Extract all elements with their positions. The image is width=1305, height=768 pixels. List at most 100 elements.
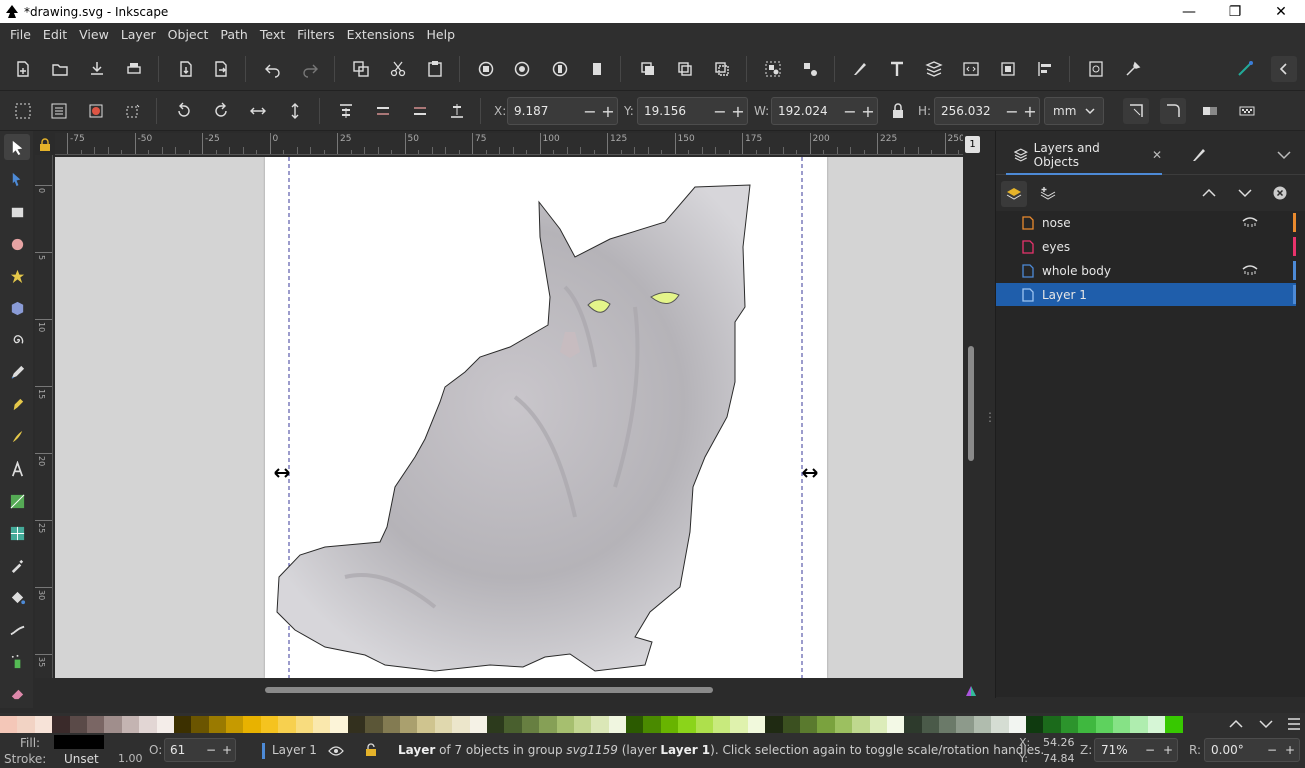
select-all-layers-icon[interactable] bbox=[46, 98, 72, 124]
layers-only-toggle[interactable] bbox=[1001, 181, 1027, 207]
palette-swatch[interactable] bbox=[365, 716, 383, 733]
spray-tool-icon[interactable] bbox=[4, 648, 30, 674]
scale-handle-right[interactable] bbox=[802, 468, 818, 478]
spiral-tool-icon[interactable] bbox=[4, 327, 30, 353]
palette-menu-icon[interactable] bbox=[1286, 717, 1302, 731]
raise-icon[interactable] bbox=[370, 98, 396, 124]
width-value[interactable]: 192.024 bbox=[772, 104, 841, 118]
stroke-width[interactable]: 1.00 bbox=[118, 752, 143, 765]
zoom-selection-icon[interactable] bbox=[473, 56, 499, 82]
palette-swatch[interactable] bbox=[226, 716, 244, 733]
opacity-decrement-button[interactable]: − bbox=[203, 743, 219, 757]
palette-swatch[interactable] bbox=[1095, 716, 1113, 733]
collapse-panel-icon[interactable] bbox=[1271, 56, 1297, 82]
duplicate-icon[interactable] bbox=[635, 56, 661, 82]
palette-swatch[interactable] bbox=[626, 716, 644, 733]
palette-swatch[interactable] bbox=[713, 716, 731, 733]
rotation-value[interactable]: 0.00° bbox=[1205, 743, 1263, 757]
palette-swatch[interactable] bbox=[34, 716, 53, 733]
palette-swatch[interactable] bbox=[417, 716, 435, 733]
stroke-value[interactable]: Unset bbox=[64, 752, 99, 766]
3d-box-tool-icon[interactable] bbox=[4, 295, 30, 321]
palette-swatch[interactable] bbox=[486, 716, 505, 733]
palette-swatch[interactable] bbox=[799, 716, 818, 733]
palette-swatch[interactable] bbox=[573, 716, 592, 733]
maximize-button[interactable]: ❐ bbox=[1212, 0, 1258, 23]
raise-to-top-icon[interactable] bbox=[333, 98, 359, 124]
x-value[interactable]: 9.187 bbox=[508, 104, 581, 118]
text-font-icon[interactable] bbox=[884, 56, 910, 82]
zoom-field[interactable]: 71% − + bbox=[1094, 738, 1178, 762]
palette-swatch[interactable] bbox=[1113, 716, 1131, 733]
save-icon[interactable] bbox=[84, 56, 110, 82]
palette-swatch[interactable] bbox=[730, 716, 748, 733]
palette-swatch[interactable] bbox=[173, 716, 192, 733]
export-icon[interactable] bbox=[208, 56, 234, 82]
clone-icon[interactable] bbox=[672, 56, 698, 82]
palette-swatch[interactable] bbox=[608, 716, 627, 733]
palette-up-icon[interactable] bbox=[1229, 718, 1243, 730]
rotation-field[interactable]: 0.00° − + bbox=[1204, 738, 1300, 762]
transform-gradients-icon[interactable] bbox=[1197, 98, 1223, 124]
current-layer[interactable]: Layer 1 bbox=[272, 743, 317, 757]
minimize-button[interactable]: — bbox=[1166, 0, 1212, 23]
unlink-clone-icon[interactable] bbox=[709, 56, 735, 82]
transform-icon[interactable] bbox=[995, 56, 1021, 82]
palette-swatch[interactable] bbox=[52, 716, 70, 733]
palette-swatch[interactable] bbox=[1043, 716, 1061, 733]
layer-row-whole-body[interactable]: whole body bbox=[996, 259, 1296, 282]
palette-swatch[interactable] bbox=[347, 716, 366, 733]
palette-swatch[interactable] bbox=[469, 716, 487, 733]
layer-row-nose[interactable]: nose bbox=[996, 211, 1296, 234]
zoom-out-button[interactable]: − bbox=[1141, 743, 1159, 757]
palette-swatch[interactable] bbox=[747, 716, 766, 733]
palette-swatch[interactable] bbox=[121, 716, 140, 733]
palette-swatch[interactable] bbox=[956, 716, 974, 733]
lower-icon[interactable] bbox=[407, 98, 433, 124]
ellipse-tool-icon[interactable] bbox=[4, 231, 30, 257]
palette-swatch[interactable] bbox=[382, 716, 400, 733]
rotate-cw-icon[interactable] bbox=[208, 98, 234, 124]
star-tool-icon[interactable] bbox=[4, 263, 30, 289]
palette-swatch[interactable] bbox=[660, 716, 679, 733]
palette-swatch[interactable] bbox=[591, 716, 609, 733]
palette-swatch[interactable] bbox=[260, 716, 279, 733]
palette-swatch[interactable] bbox=[695, 716, 714, 733]
palette-swatch[interactable] bbox=[243, 716, 261, 733]
palette-swatch[interactable] bbox=[834, 716, 853, 733]
deselect-icon[interactable] bbox=[83, 98, 109, 124]
cut-icon[interactable] bbox=[385, 56, 411, 82]
snap-toggle-icon[interactable] bbox=[1232, 56, 1258, 82]
palette-swatches[interactable] bbox=[0, 716, 1183, 733]
width-decrement-button[interactable]: − bbox=[841, 102, 859, 121]
palette-down-icon[interactable] bbox=[1259, 718, 1273, 730]
import-icon[interactable] bbox=[173, 56, 199, 82]
lock-guides-icon[interactable] bbox=[38, 138, 52, 152]
palette-swatch[interactable] bbox=[104, 716, 122, 733]
page-number-badge[interactable]: 1 bbox=[965, 136, 980, 153]
palette-swatch[interactable] bbox=[939, 716, 957, 733]
palette-swatch[interactable] bbox=[1147, 716, 1166, 733]
color-manage-icon[interactable] bbox=[964, 684, 978, 698]
print-icon[interactable] bbox=[121, 56, 147, 82]
canvas[interactable] bbox=[55, 157, 963, 678]
opacity-increment-button[interactable]: + bbox=[219, 743, 235, 757]
text-tool-icon[interactable] bbox=[4, 456, 30, 482]
horizontal-scroll-thumb[interactable] bbox=[265, 687, 713, 693]
scale-handle-left[interactable] bbox=[274, 468, 290, 478]
fill-swatch[interactable] bbox=[54, 735, 104, 749]
menu-path[interactable]: Path bbox=[214, 23, 253, 47]
dock-handle[interactable]: ⋮ bbox=[984, 410, 996, 426]
palette-swatch[interactable] bbox=[886, 716, 905, 733]
palette-swatch[interactable] bbox=[1008, 716, 1027, 733]
pen-tool-icon[interactable] bbox=[4, 391, 30, 417]
move-down-icon[interactable] bbox=[1238, 188, 1252, 198]
tab-close-icon[interactable]: ✕ bbox=[1152, 148, 1162, 162]
selector-tool-icon[interactable] bbox=[4, 134, 30, 160]
fill-stroke-icon[interactable] bbox=[847, 56, 873, 82]
layer-lock-icon[interactable] bbox=[365, 743, 377, 757]
document-page[interactable] bbox=[265, 157, 827, 678]
dock-menu-chevron-icon[interactable] bbox=[1277, 149, 1291, 161]
layer-visibility-eye-icon[interactable] bbox=[328, 745, 344, 757]
palette-swatch[interactable] bbox=[86, 716, 105, 733]
